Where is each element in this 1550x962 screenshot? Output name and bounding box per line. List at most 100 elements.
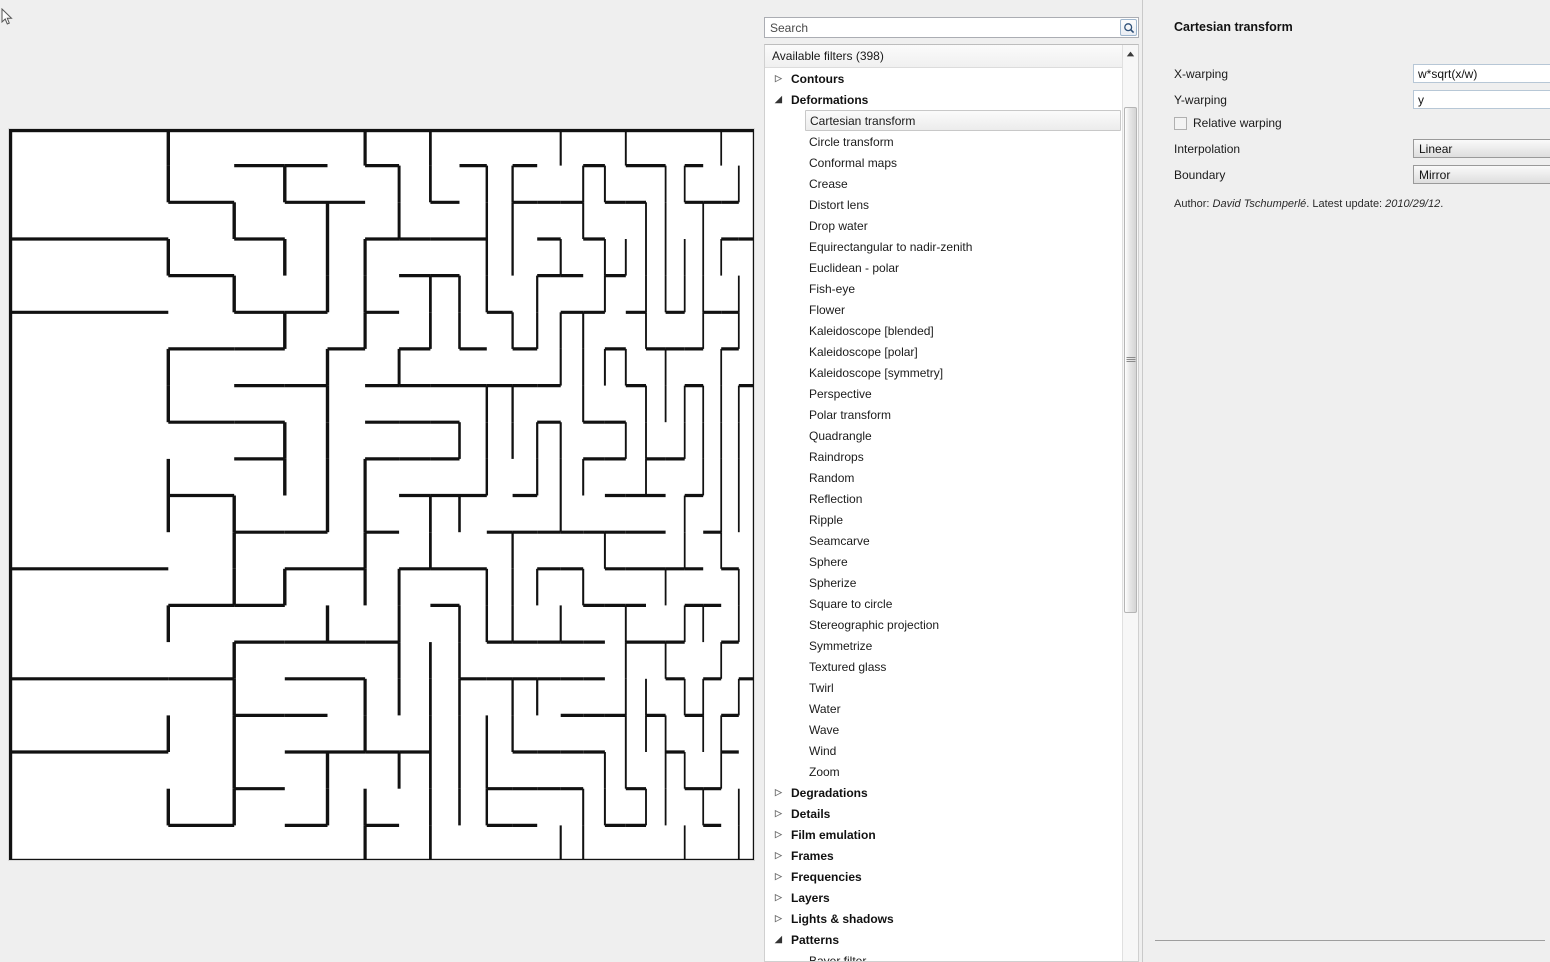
filter-category-label: Deformations: [791, 92, 869, 107]
filter-item-label: Wind: [809, 743, 837, 758]
preview-pane: [0, 0, 760, 962]
filter-category-label: Details: [791, 806, 831, 821]
triangle-right-icon[interactable]: ▷: [775, 809, 789, 818]
filter-item-quadrangle[interactable]: Quadrangle: [765, 425, 1123, 446]
author-prefix: Author:: [1174, 198, 1213, 210]
search-button[interactable]: [1120, 19, 1137, 36]
filter-item-drop-water[interactable]: Drop water: [765, 215, 1123, 236]
application-window: Available filters (398) ▷Contours◢Deform…: [0, 0, 1550, 962]
filter-item-label: Symmetrize: [809, 638, 873, 653]
triangle-right-icon[interactable]: ▷: [775, 74, 789, 83]
filter-item-label: Crease: [809, 176, 848, 191]
filter-item-label: Random: [809, 470, 855, 485]
filter-item-label: Equirectangular to nadir-zenith: [809, 239, 973, 254]
filter-item-sphere[interactable]: Sphere: [765, 551, 1123, 572]
filter-item-cartesian-transform[interactable]: Cartesian transform: [805, 110, 1121, 131]
filter-category-layers[interactable]: ▷ Layers: [765, 887, 1123, 908]
filter-item-kaleidoscope-blended-[interactable]: Kaleidoscope [blended]: [765, 320, 1123, 341]
filter-item-symmetrize[interactable]: Symmetrize: [765, 635, 1123, 656]
interpolation-label: Interpolation: [1174, 142, 1241, 156]
filter-item-label: Kaleidoscope [polar]: [809, 344, 918, 359]
filter-item-fish-eye[interactable]: Fish-eye: [765, 278, 1123, 299]
triangle-right-icon[interactable]: ▷: [775, 914, 789, 923]
filter-category-frequencies[interactable]: ▷ Frequencies: [765, 866, 1123, 887]
y-warping-field[interactable]: [1413, 90, 1550, 109]
filter-item-equirectangular-to-nadir-zenith[interactable]: Equirectangular to nadir-zenith: [765, 236, 1123, 257]
filter-item-textured-glass[interactable]: Textured glass: [765, 656, 1123, 677]
triangle-right-icon[interactable]: ▷: [775, 830, 789, 839]
filter-category-details[interactable]: ▷ Details: [765, 803, 1123, 824]
filter-item-euclidean-polar[interactable]: Euclidean - polar: [765, 257, 1123, 278]
filter-item-label: Circle transform: [809, 134, 894, 149]
filter-item-square-to-circle[interactable]: Square to circle: [765, 593, 1123, 614]
filter-item-wind[interactable]: Wind: [765, 740, 1123, 761]
y-warping-label: Y-warping: [1174, 93, 1227, 107]
available-filters-header: Available filters (398): [765, 45, 1123, 68]
x-warping-label: X-warping: [1174, 67, 1229, 81]
filter-tree[interactable]: ▷ Contours ◢ Deformations Cartesian transfor…: [765, 68, 1123, 962]
filter-category-lights-shadows[interactable]: ▷ Lights & shadows: [765, 908, 1123, 929]
filter-item-kaleidoscope-polar-[interactable]: Kaleidoscope [polar]: [765, 341, 1123, 362]
filter-item-twirl[interactable]: Twirl: [765, 677, 1123, 698]
page-title: Cartesian transform: [1174, 20, 1293, 34]
filter-item-label: Water: [809, 701, 841, 716]
filter-item-perspective[interactable]: Perspective: [765, 383, 1123, 404]
filter-item-distort-lens[interactable]: Distort lens: [765, 194, 1123, 215]
filter-item-ripple[interactable]: Ripple: [765, 509, 1123, 530]
filter-item-conformal-maps[interactable]: Conformal maps: [765, 152, 1123, 173]
filter-item-seamcarve[interactable]: Seamcarve: [765, 530, 1123, 551]
filter-item-label: Polar transform: [809, 407, 892, 422]
filter-item-circle-transform[interactable]: Circle transform: [765, 131, 1123, 152]
triangle-right-icon[interactable]: ▷: [775, 788, 789, 797]
triangle-down-icon[interactable]: ◢: [775, 95, 789, 104]
filter-item-zoom[interactable]: Zoom: [765, 761, 1123, 782]
filter-item-flower[interactable]: Flower: [765, 299, 1123, 320]
available-filters-list: Available filters (398) ▷ Contours ◢ Deform…: [764, 44, 1139, 962]
filter-item-label: Conformal maps: [809, 155, 898, 170]
triangle-down-icon[interactable]: ◢: [775, 935, 789, 944]
scroll-up-arrow-icon[interactable]: [1123, 45, 1138, 62]
filter-item-label: Fish-eye: [809, 281, 856, 296]
filter-category-contours[interactable]: ▷ Contours: [765, 68, 1123, 89]
filter-item-reflection[interactable]: Reflection: [765, 488, 1123, 509]
filter-category-degradations[interactable]: ▷ Degradations: [765, 782, 1123, 803]
filter-item-crease[interactable]: Crease: [765, 173, 1123, 194]
filter-category-label: Contours: [791, 71, 845, 86]
filter-item-random[interactable]: Random: [765, 467, 1123, 488]
filter-item-spherize[interactable]: Spherize: [765, 572, 1123, 593]
search-icon: [1123, 22, 1134, 33]
filter-item-raindrops[interactable]: Raindrops: [765, 446, 1123, 467]
filter-browser-pane: Available filters (398) ▷Contours◢Deform…: [760, 0, 1142, 962]
filter-category-patterns[interactable]: ◢ Patterns: [765, 929, 1123, 950]
filter-item-polar-transform[interactable]: Polar transform: [765, 404, 1123, 425]
author-suffix: .: [1440, 198, 1444, 210]
relative-warping-checkbox[interactable]: [1174, 116, 1187, 130]
filter-item-water[interactable]: Water: [765, 698, 1123, 719]
x-warping-field[interactable]: [1413, 64, 1550, 83]
interpolation-dropdown[interactable]: Linear: [1413, 139, 1550, 158]
filter-category-film-emulation[interactable]: ▷ Film emulation: [765, 824, 1123, 845]
filter-list-scrollbar[interactable]: [1122, 45, 1138, 961]
triangle-right-icon[interactable]: ▷: [775, 893, 789, 902]
filter-item-wave[interactable]: Wave: [765, 719, 1123, 740]
scrollbar-thumb[interactable]: [1124, 107, 1137, 613]
filter-item-kaleidoscope-symmetry-[interactable]: Kaleidoscope [symmetry]: [765, 362, 1123, 383]
filter-item-label: Square to circle: [809, 596, 893, 611]
boundary-dropdown[interactable]: Mirror: [1413, 165, 1550, 184]
relative-warping-row[interactable]: Relative warping: [1174, 116, 1282, 130]
filter-item-bayer-filter[interactable]: Bayer filter: [765, 950, 1123, 962]
filter-category-deformations[interactable]: ◢ Deformations: [765, 89, 1123, 110]
maze-preview-image[interactable]: [8, 128, 755, 861]
triangle-right-icon[interactable]: ▷: [775, 872, 789, 881]
filter-item-stereographic-projection[interactable]: Stereographic projection: [765, 614, 1123, 635]
filter-category-label: Film emulation: [791, 827, 876, 842]
author-name: David Tschumperlé: [1212, 198, 1307, 210]
filter-item-label: Spherize: [809, 575, 857, 590]
filter-item-label: Textured glass: [809, 659, 887, 674]
search-input[interactable]: [764, 17, 1139, 38]
filter-category-frames[interactable]: ▷ Frames: [765, 845, 1123, 866]
filter-category-label: Frames: [791, 848, 834, 863]
triangle-right-icon[interactable]: ▷: [775, 851, 789, 860]
filter-item-label: Raindrops: [809, 449, 864, 464]
filter-item-label: Cartesian transform: [810, 113, 916, 128]
